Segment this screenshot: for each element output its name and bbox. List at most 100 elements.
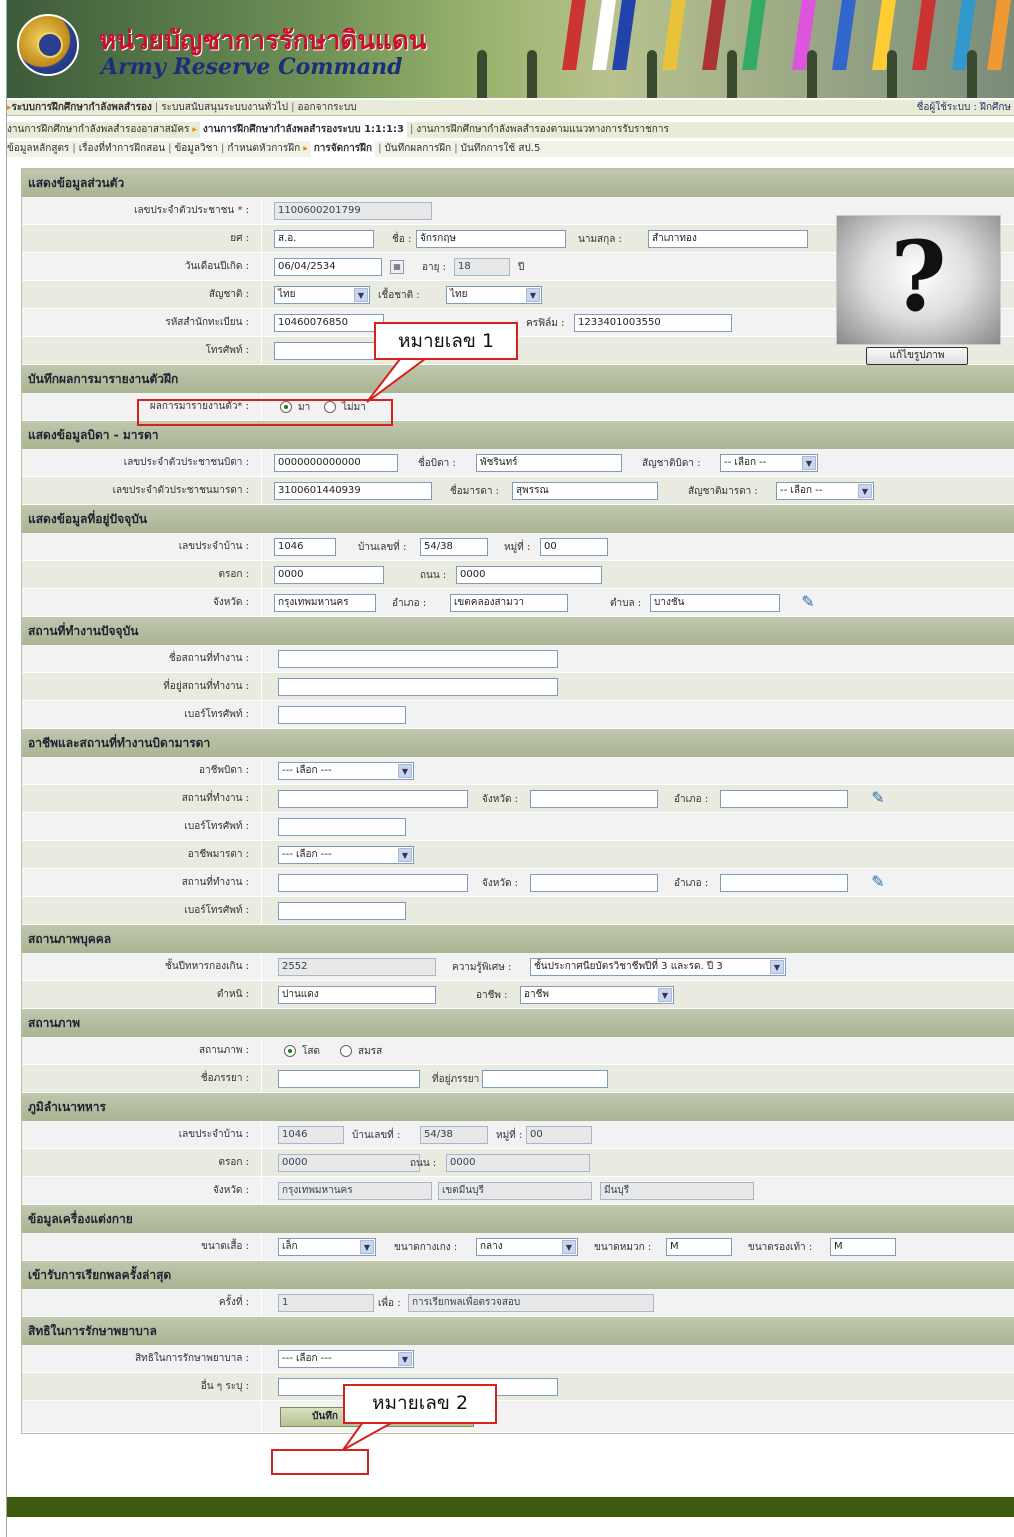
menu-training-results[interactable]: บันทึกผลการฝึก xyxy=(384,141,451,157)
chevron-down-icon: ▼ xyxy=(802,456,816,470)
province-field[interactable]: กรุงเทพมหานคร xyxy=(274,594,376,612)
menu-supply-usage[interactable]: บันทึกการใช้ สป.5 xyxy=(461,141,541,157)
birthdate-label: วันเดือนปีเกิด : xyxy=(22,253,262,280)
footer-bar xyxy=(7,1497,1014,1517)
workplace-address-field[interactable] xyxy=(278,678,558,696)
calendar-icon[interactable]: ▦ xyxy=(390,260,404,274)
row-father-job: อาชีพบิดา : --- เลือก --- ▼ xyxy=(22,757,1014,785)
flag-decoration xyxy=(702,0,726,70)
spouse-address-field[interactable] xyxy=(482,1070,608,1088)
conscript-year-label: ชั้นปีทหารกองเกิน : xyxy=(22,953,262,980)
father-province-field[interactable] xyxy=(530,790,658,808)
house-id-field[interactable]: 1046 xyxy=(274,538,336,556)
citizen-id-field[interactable]: 1100600201799 xyxy=(274,202,432,220)
subdistrict-field[interactable]: บางชัน xyxy=(650,594,780,612)
house-no-field[interactable]: 54/38 xyxy=(420,538,488,556)
row-domicile-road: ตรอก : 0000 ถนน : 0000 xyxy=(22,1149,1014,1177)
father-nationality-select[interactable]: -- เลือก -- ▼ xyxy=(720,454,818,472)
mark-field[interactable]: ปานแดง xyxy=(278,986,436,1004)
mother-district-field[interactable] xyxy=(720,874,848,892)
menu-1113-training[interactable]: งานการฝึกศึกษากำลังพลสำรองระบบ 1:1:1:3 xyxy=(199,122,407,138)
actions-label-spacer xyxy=(22,1401,262,1432)
father-name-field[interactable]: พัชรินทร์ xyxy=(476,454,622,472)
phone-field[interactable] xyxy=(274,342,384,360)
father-phone-field[interactable] xyxy=(278,818,406,836)
subdistrict-label: ตำบล : xyxy=(610,598,642,609)
edit-mother-address-icon[interactable]: ✎ xyxy=(868,872,888,892)
skill-label: ความรู้พิเศษ : xyxy=(452,962,512,973)
workplace-phone-label: เบอร์โทรศัพท์ : xyxy=(22,701,262,728)
soi-field[interactable]: 0000 xyxy=(274,566,384,584)
rank-field[interactable]: ส.อ. xyxy=(274,230,374,248)
callout-number-1: หมายเลข 1 xyxy=(374,322,518,360)
row-domicile-province: จังหวัด : กรุงเทพมหานคร เขตมีนบุรี มีนบุ… xyxy=(22,1177,1014,1205)
row-father-phone: เบอร์โทรศัพท์ : xyxy=(22,813,1014,841)
soi-label: ตรอก : xyxy=(22,561,262,588)
father-workplace-field[interactable] xyxy=(278,790,468,808)
mother-name-field[interactable]: สุพรรณ xyxy=(512,482,658,500)
menu-training-topics[interactable]: กำหนดหัวการฝึก xyxy=(227,141,300,157)
menu-subject-data[interactable]: ข้อมูลวิชา xyxy=(174,141,218,157)
shirt-size-select[interactable]: เล็ก ▼ xyxy=(278,1238,376,1256)
section-call: เข้ารับการเรียกพลครั้งล่าสุด xyxy=(22,1261,1014,1289)
job-select[interactable]: อาชีพ ▼ xyxy=(520,986,674,1004)
domicile-moo-label: หมู่ที่ : xyxy=(496,1130,523,1141)
mother-id-field[interactable]: 3100601440939 xyxy=(274,482,432,500)
chevron-down-icon: ▼ xyxy=(398,764,412,778)
workplace-phone-field[interactable] xyxy=(278,706,406,724)
edit-photo-button[interactable]: แก้ไขรูปภาพ xyxy=(866,347,968,365)
menu-volunteer-training[interactable]: งานการฝึกศึกษากำลังพลสำรองอาสาสมัคร xyxy=(7,122,189,138)
registry-field[interactable]: 10460076850 xyxy=(274,314,384,332)
district-label: อำเภอ : xyxy=(392,598,427,609)
radio-single[interactable] xyxy=(284,1045,296,1057)
menu-logout[interactable]: ออกจากระบบ xyxy=(298,100,357,115)
edit-address-icon[interactable]: ✎ xyxy=(798,592,818,612)
father-district-field[interactable] xyxy=(720,790,848,808)
first-name-field[interactable]: จักรกฤษ xyxy=(416,230,566,248)
header-banner: หน่วยบัญชาการรักษาดินแดน Army Reserve Co… xyxy=(7,0,1014,98)
menu-teaching-topics[interactable]: เรื่องที่ทำการฝึกสอน xyxy=(79,141,165,157)
domicile-house-no-label: บ้านเลขที่ : xyxy=(352,1130,401,1141)
last-name-field[interactable]: สำเภาทอง xyxy=(648,230,808,248)
current-user: ชื่อผู้ใช้ระบบ : ฝึกศึกษ xyxy=(916,102,1011,113)
nationality-select[interactable]: ไทย ▼ xyxy=(274,286,370,304)
pants-size-select[interactable]: กลาง ▼ xyxy=(476,1238,578,1256)
row-medical-right: สิทธิในการรักษาพยาบาล : --- เลือก --- ▼ xyxy=(22,1345,1014,1373)
mother-phone-field[interactable] xyxy=(278,902,406,920)
spouse-field[interactable] xyxy=(278,1070,420,1088)
mother-nationality-select[interactable]: -- เลือก -- ▼ xyxy=(776,482,874,500)
house-id-label: เลขประจำบ้าน : xyxy=(22,533,262,560)
road-field[interactable]: 0000 xyxy=(456,566,602,584)
father-id-field[interactable]: 0000000000000 xyxy=(274,454,398,472)
radio-married[interactable] xyxy=(340,1045,352,1057)
highlight-report-result xyxy=(137,399,393,426)
birthdate-field[interactable]: 06/04/2534 xyxy=(274,258,382,276)
menu-civil-service-training[interactable]: งานการฝึกศึกษากำลังพลสำรองตามแนวทางการรั… xyxy=(416,122,669,138)
medical-right-select[interactable]: --- เลือก --- ▼ xyxy=(278,1350,414,1368)
race-select[interactable]: ไทย ▼ xyxy=(446,286,542,304)
skill-select[interactable]: ชั้นประกาศนียบัตรวิชาชีพปีที่ 3 และรด. ป… xyxy=(530,958,786,976)
workplace-name-field[interactable] xyxy=(278,650,558,668)
domicile-road-field: 0000 xyxy=(446,1154,590,1172)
menu-training-system[interactable]: ระบบการฝึกศึกษากำลังพลสำรอง xyxy=(12,100,152,115)
menu-course-data[interactable]: ข้อมูลหลักสูตร xyxy=(7,141,69,157)
shoe-size-field[interactable]: M xyxy=(830,1238,896,1256)
row-mother-job: อาชีพมารดา : --- เลือก --- ▼ xyxy=(22,841,1014,869)
mother-job-select[interactable]: --- เลือก --- ▼ xyxy=(278,846,414,864)
edit-father-address-icon[interactable]: ✎ xyxy=(868,788,888,808)
menu-training-management[interactable]: การจัดการฝึก xyxy=(310,141,376,157)
father-province-label: จังหวัด : xyxy=(482,794,519,805)
moo-field[interactable]: 00 xyxy=(540,538,608,556)
moo-label: หมู่ที่ : xyxy=(504,542,531,553)
mother-province-field[interactable] xyxy=(530,874,658,892)
film-field[interactable]: 1233401003550 xyxy=(574,314,732,332)
row-call: ครั้งที่ : 1 เพื่อ : การเรียกพลเพื่อตรวจ… xyxy=(22,1289,1014,1317)
mother-workplace-field[interactable] xyxy=(278,874,468,892)
site-title-english: Army Reserve Command xyxy=(101,54,403,80)
district-field[interactable]: เขตคลองสามวา xyxy=(450,594,568,612)
chevron-down-icon: ▼ xyxy=(398,1352,412,1366)
menu-support-system[interactable]: ระบบสนับสนุนระบบงานทั่วไป xyxy=(161,100,288,115)
row-father: เลขประจำตัวประชาชนบิดา : 0000000000000 ช… xyxy=(22,449,1014,477)
father-job-select[interactable]: --- เลือก --- ▼ xyxy=(278,762,414,780)
hat-size-field[interactable]: M xyxy=(666,1238,732,1256)
